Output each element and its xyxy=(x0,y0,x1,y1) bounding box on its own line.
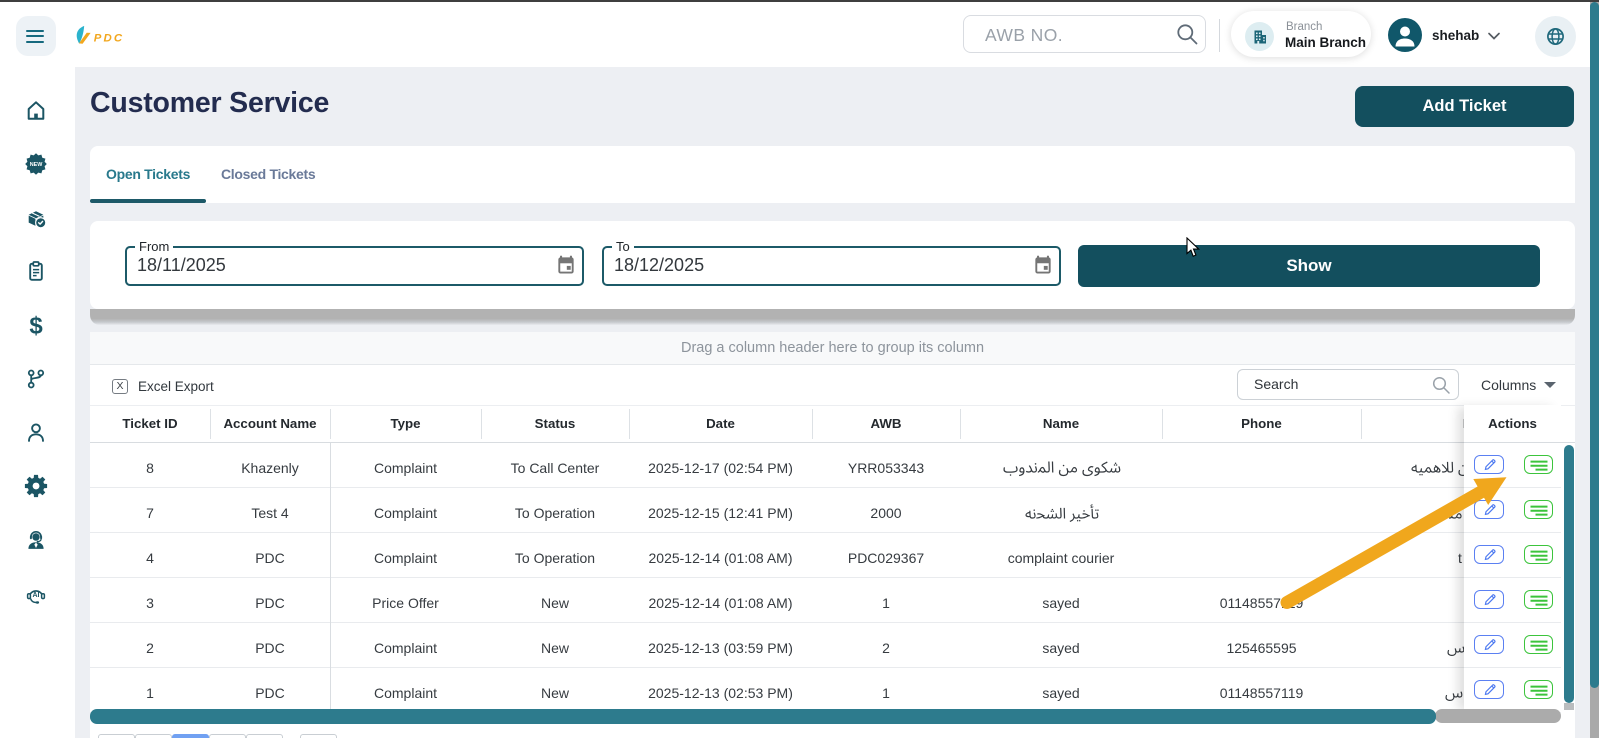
svg-text:NEW: NEW xyxy=(30,162,43,168)
svg-text:AI: AI xyxy=(33,592,40,599)
svg-text:PDC: PDC xyxy=(94,33,125,45)
svg-text:$: $ xyxy=(29,313,43,337)
